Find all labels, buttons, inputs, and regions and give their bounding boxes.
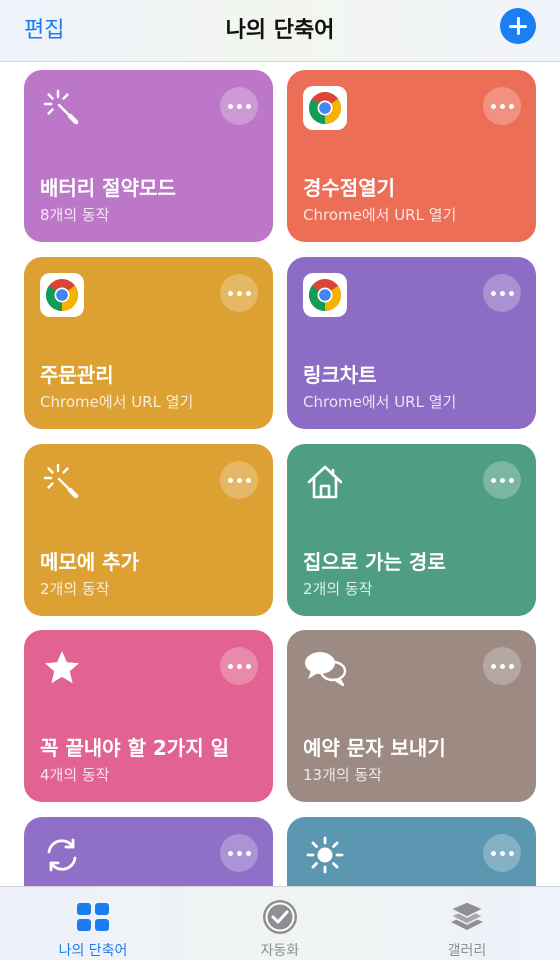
add-shortcut-button[interactable] xyxy=(500,8,536,44)
navigation-bar: 편집 나의 단축어 xyxy=(0,0,560,62)
shortcut-subtitle: Chrome에서 URL 열기 xyxy=(303,393,457,411)
more-options-button[interactable] xyxy=(220,834,258,872)
tab-bar: 나의 단축어 자동화 갤러리 xyxy=(0,886,560,960)
shortcut-card-add-to-notes[interactable]: 메모에 추가 2개의 동작 xyxy=(24,444,273,616)
more-options-button[interactable] xyxy=(220,274,258,312)
grid-icon xyxy=(75,899,111,935)
shortcut-subtitle: 2개의 동작 xyxy=(303,580,373,598)
refresh-icon xyxy=(40,833,84,877)
shortcut-subtitle: Chrome에서 URL 열기 xyxy=(303,206,457,224)
shortcut-title: 예약 문자 보내기 xyxy=(303,736,446,760)
shortcut-card-order-management[interactable]: 주문관리 Chrome에서 URL 열기 xyxy=(24,257,273,429)
chrome-icon xyxy=(40,273,84,317)
shortcut-subtitle: 13개의 동작 xyxy=(303,766,383,784)
more-options-button[interactable] xyxy=(220,87,258,125)
more-options-button[interactable] xyxy=(483,274,521,312)
chrome-icon xyxy=(303,273,347,317)
shortcut-subtitle: 2개의 동작 xyxy=(40,580,110,598)
page-title: 나의 단축어 xyxy=(225,18,335,43)
shortcut-subtitle: 8개의 동작 xyxy=(40,206,110,224)
more-options-button[interactable] xyxy=(483,87,521,125)
shortcut-card-route-home[interactable]: 집으로 가는 경로 2개의 동작 xyxy=(287,444,536,616)
more-options-button[interactable] xyxy=(483,461,521,499)
shortcut-title: 주문관리 xyxy=(40,363,114,387)
tab-label: 갤러리 xyxy=(447,943,487,959)
shortcut-title: 경수점열기 xyxy=(303,176,395,200)
speech-bubbles-icon xyxy=(303,646,347,690)
shortcut-card-two-tasks[interactable]: 꼭 끝내야 할 2가지 일 4개의 동작 xyxy=(24,630,273,802)
shortcut-card-scheduled-message[interactable]: 예약 문자 보내기 13개의 동작 xyxy=(287,630,536,802)
more-options-button[interactable] xyxy=(220,461,258,499)
shortcut-subtitle: 4개의 동작 xyxy=(40,766,110,784)
tab-gallery[interactable]: 갤러리 xyxy=(374,887,560,960)
layers-icon xyxy=(449,899,485,935)
magic-wand-icon xyxy=(40,86,84,130)
shortcut-card-battery-saver[interactable]: 배터리 절약모드 8개의 동작 xyxy=(24,70,273,242)
chrome-icon xyxy=(303,86,347,130)
more-options-button[interactable] xyxy=(483,834,521,872)
shortcut-title: 링크차트 xyxy=(303,363,377,387)
shortcut-card-open-store[interactable]: 경수점열기 Chrome에서 URL 열기 xyxy=(287,70,536,242)
magic-wand-icon xyxy=(40,460,84,504)
tab-automation[interactable]: 자동화 xyxy=(187,887,373,960)
checkmark-clock-icon xyxy=(262,899,298,935)
tab-label: 나의 단축어 xyxy=(58,943,128,959)
more-options-button[interactable] xyxy=(483,647,521,685)
shortcut-card-link-chart[interactable]: 링크차트 Chrome에서 URL 열기 xyxy=(287,257,536,429)
shortcut-subtitle: Chrome에서 URL 열기 xyxy=(40,393,194,411)
shortcut-title: 집으로 가는 경로 xyxy=(303,550,446,574)
shortcut-title: 메모에 추가 xyxy=(40,550,139,574)
shortcut-title: 배터리 절약모드 xyxy=(40,176,176,200)
star-icon xyxy=(40,646,84,690)
shortcut-title: 꼭 끝내야 할 2가지 일 xyxy=(40,736,229,760)
tab-my-shortcuts[interactable]: 나의 단축어 xyxy=(0,887,186,960)
sun-icon xyxy=(303,833,347,877)
house-icon xyxy=(303,460,347,504)
more-options-button[interactable] xyxy=(220,647,258,685)
tab-label: 자동화 xyxy=(260,943,300,959)
